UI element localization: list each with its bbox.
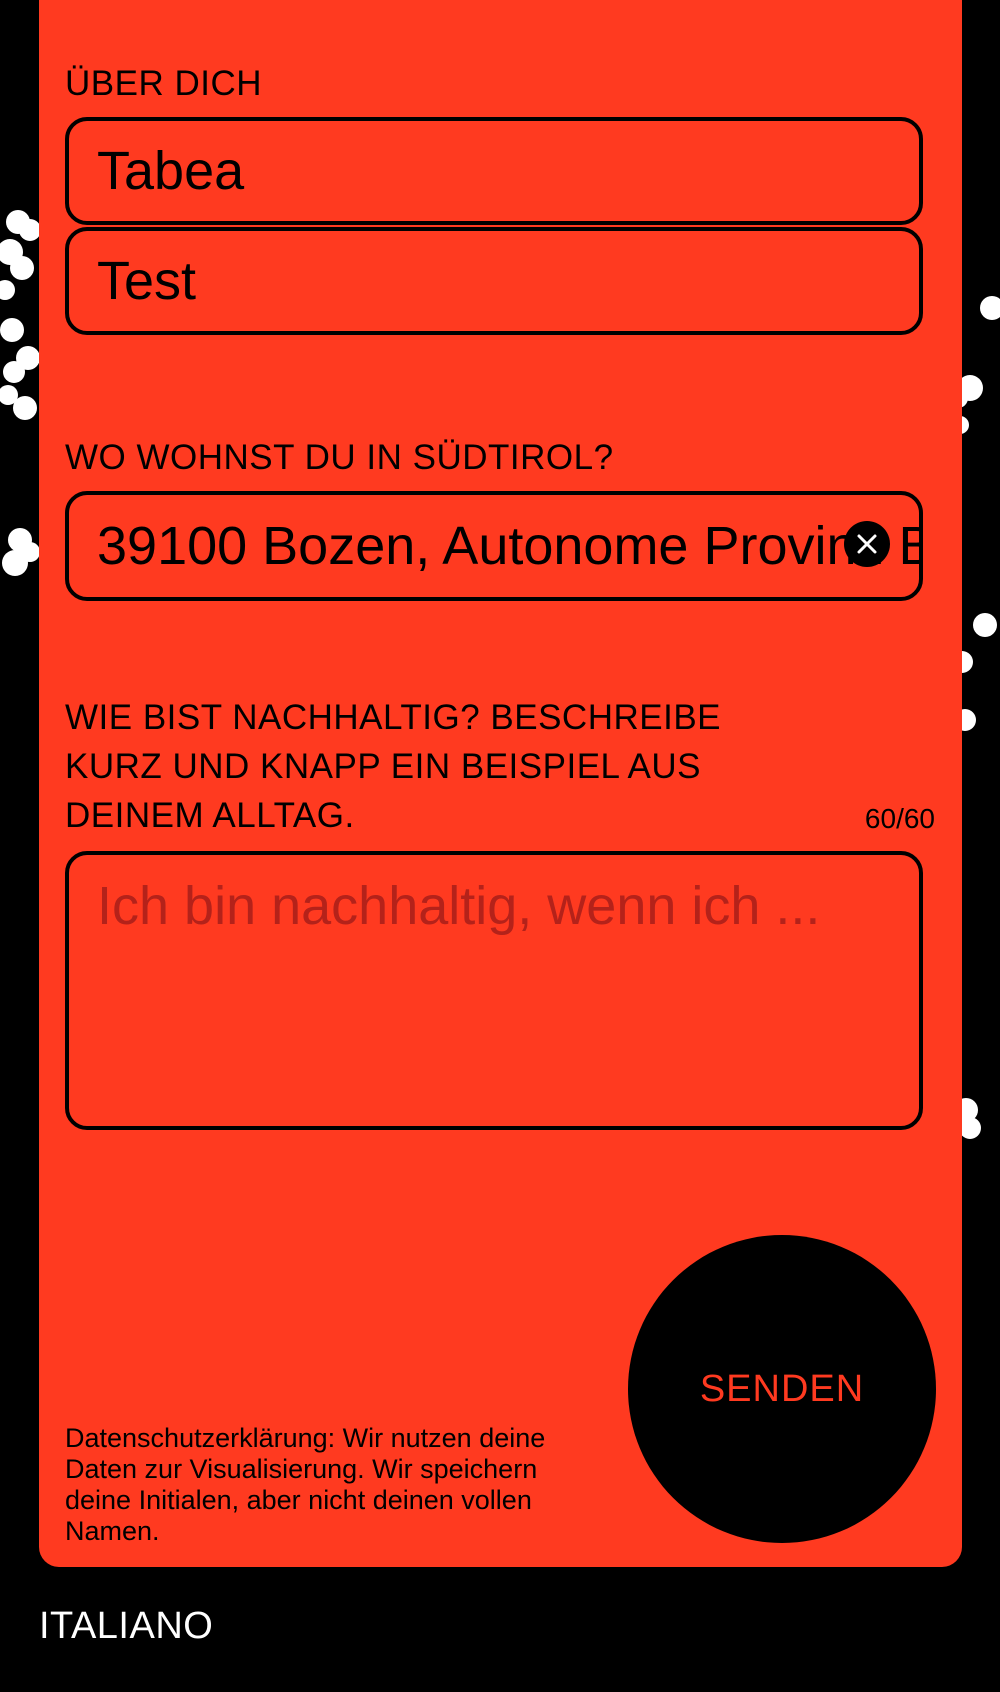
about-you-label: ÜBER DICH	[65, 64, 263, 103]
clear-location-button[interactable]	[844, 521, 890, 567]
character-counter: 60/60	[864, 803, 935, 834]
sustainability-label-line: WIE BIST NACHHALTIG? BESCHREIBE	[65, 698, 722, 737]
sustainability-label-line: DEINEM ALLTAG.	[65, 796, 355, 835]
sustainability-label-line: KURZ UND KNAPP EIN BEISPIEL AUS	[65, 747, 701, 786]
sustainability-textarea[interactable]	[65, 851, 923, 1130]
location-label: WO WOHNST DU IN SÜDTIROL?	[65, 438, 614, 477]
close-icon	[857, 534, 877, 554]
location-value: 39100 Bozen, Autonome Provinz Bozen	[97, 516, 919, 576]
language-switch-link[interactable]: ITALIANO	[39, 1605, 213, 1648]
form-card: ÜBER DICH WO WOHNST DU IN SÜDTIROL? 3910…	[39, 0, 962, 1567]
first-name-input[interactable]	[65, 117, 923, 225]
send-button[interactable]: SENDEN	[628, 1235, 936, 1543]
last-name-input[interactable]	[65, 227, 923, 335]
sustainability-label: WIE BIST NACHHALTIG? BESCHREIBE KURZ UND…	[65, 693, 721, 840]
privacy-notice: Datenschutzerklärung: Wir nutzen deine D…	[65, 1423, 546, 1546]
location-input[interactable]: 39100 Bozen, Autonome Provinz Bozen	[65, 491, 923, 601]
